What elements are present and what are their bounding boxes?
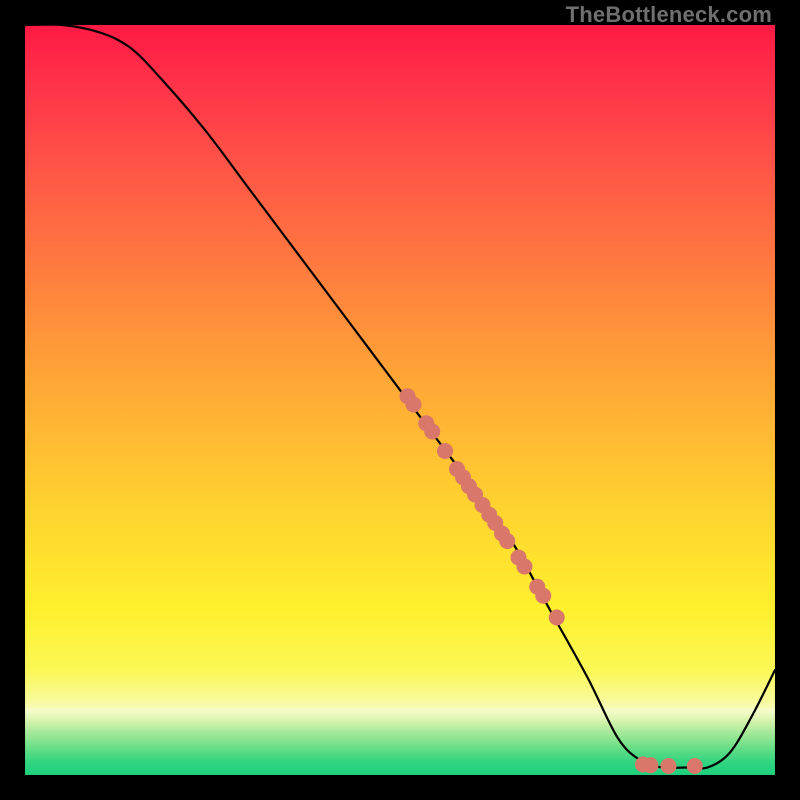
data-point bbox=[406, 397, 422, 413]
data-point bbox=[661, 758, 677, 774]
chart-svg bbox=[25, 25, 775, 775]
data-point bbox=[424, 424, 440, 440]
stage: TheBottleneck.com bbox=[0, 0, 800, 800]
data-point bbox=[535, 588, 551, 604]
data-point bbox=[549, 610, 565, 626]
data-point bbox=[643, 757, 659, 773]
data-point bbox=[687, 758, 703, 774]
chart-area bbox=[25, 25, 775, 775]
data-point bbox=[437, 443, 453, 459]
data-point bbox=[499, 533, 515, 549]
data-point bbox=[517, 559, 533, 575]
chart-scatter bbox=[400, 388, 703, 774]
